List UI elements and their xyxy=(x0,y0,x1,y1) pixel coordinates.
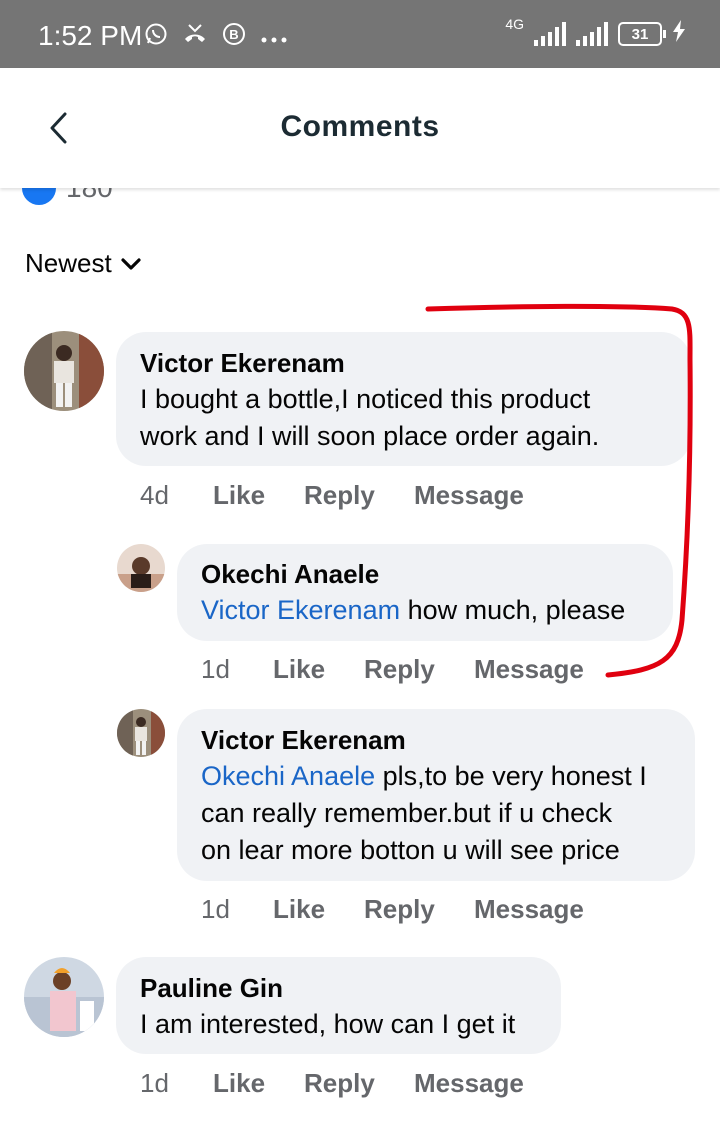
charging-icon xyxy=(672,20,686,48)
avatar[interactable] xyxy=(24,331,104,411)
comments-header: Comments xyxy=(0,68,720,188)
like-button[interactable]: Like xyxy=(213,1068,265,1099)
comment-time: 1d xyxy=(201,894,230,924)
message-button[interactable]: Message xyxy=(474,654,584,685)
comment-author[interactable]: Okechi Anaele xyxy=(201,559,379,590)
sort-dropdown[interactable]: Newest xyxy=(25,248,142,279)
comment-time: 4d xyxy=(140,480,169,510)
chevron-down-icon xyxy=(121,257,141,270)
comment-text-line: work and I will soon place order again. xyxy=(140,421,600,451)
comment-time: 1d xyxy=(201,654,230,684)
reply-button[interactable]: Reply xyxy=(304,1068,375,1099)
comment-text-body: pls,to be very honest I xyxy=(375,761,647,791)
comment-time: 1d xyxy=(140,1068,169,1098)
network-type: 4G xyxy=(505,16,524,32)
avatar[interactable] xyxy=(24,957,104,1037)
comment-author[interactable]: Victor Ekerenam xyxy=(140,348,345,379)
status-right-icons: 4G 31 xyxy=(505,16,686,48)
comment-text-line: I bought a bottle,I noticed this product xyxy=(140,384,591,414)
like-button[interactable]: Like xyxy=(273,894,325,925)
missed-call-icon xyxy=(182,22,208,52)
reply-button[interactable]: Reply xyxy=(364,654,435,685)
reply-button[interactable]: Reply xyxy=(364,894,435,925)
avatar[interactable] xyxy=(117,709,165,757)
comment-text: Victor Ekerenam how much, please xyxy=(201,592,625,629)
mention-link[interactable]: Victor Ekerenam xyxy=(201,595,400,625)
comment-author[interactable]: Victor Ekerenam xyxy=(201,725,406,756)
comment-text-line: on lear more botton u will see price xyxy=(201,835,620,865)
avatar[interactable] xyxy=(117,544,165,592)
status-time: 1:52 PM xyxy=(38,20,143,51)
comment-text: I am interested, how can I get it xyxy=(140,1009,516,1039)
like-button[interactable]: Like xyxy=(213,480,265,511)
more-dots-icon xyxy=(260,24,288,50)
page-title: Comments xyxy=(280,110,440,143)
message-button[interactable]: Message xyxy=(414,480,524,511)
battery-level: 31 xyxy=(631,25,649,43)
message-button[interactable]: Message xyxy=(414,1068,524,1099)
comment-author[interactable]: Pauline Gin xyxy=(140,973,283,1004)
svg-text:B: B xyxy=(229,27,238,42)
comment-text-line: can really remember.but if u check xyxy=(201,798,613,828)
comment-text-line: Okechi Anaele pls,to be very honest I xyxy=(201,758,647,795)
whatsapp-icon xyxy=(144,22,168,52)
reply-button[interactable]: Reply xyxy=(304,480,375,511)
like-button[interactable]: Like xyxy=(273,654,325,685)
comment-text-body: how much, please xyxy=(400,595,626,625)
status-bar: 1:52 PM B 4G 31 xyxy=(0,0,720,68)
battery-icon: 31 xyxy=(618,22,666,46)
b-app-icon: B xyxy=(222,22,246,52)
message-button[interactable]: Message xyxy=(474,894,584,925)
signal-icon-sim2 xyxy=(576,22,608,46)
sort-label: Newest xyxy=(25,248,112,278)
signal-icon xyxy=(534,22,566,46)
notification-icons: B xyxy=(144,22,288,52)
mention-link[interactable]: Okechi Anaele xyxy=(201,761,375,791)
